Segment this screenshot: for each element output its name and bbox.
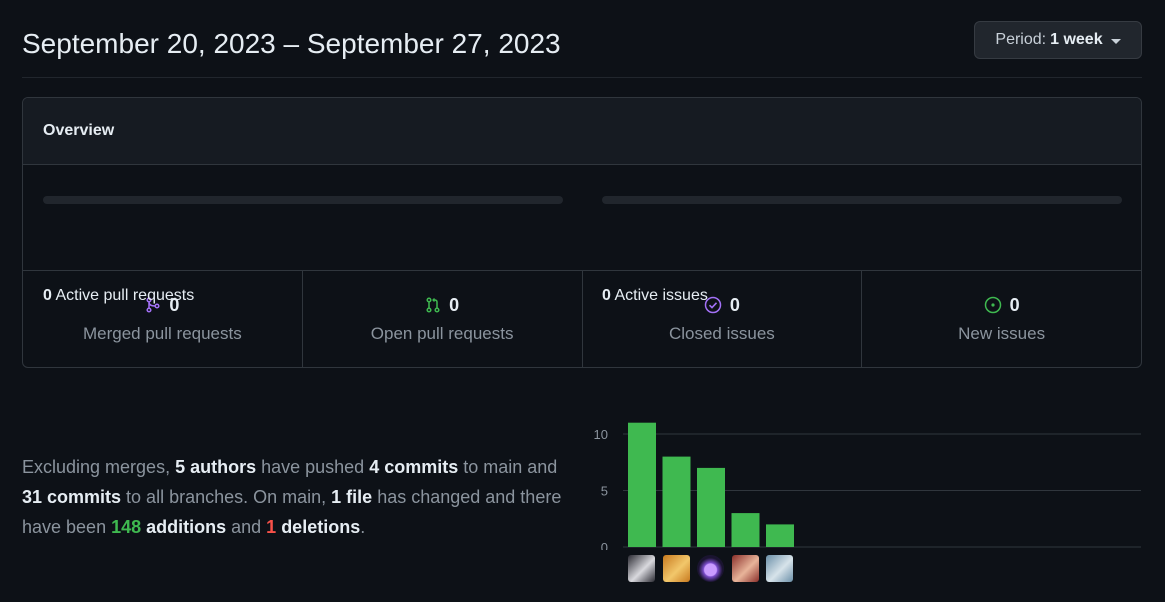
overview-title: Overview	[43, 122, 115, 139]
new-issue-icon	[984, 296, 1001, 314]
bar-author-2[interactable]	[662, 456, 691, 547]
open-pr-icon	[426, 297, 440, 313]
active-pull-requests-label[interactable]: 0 Active pull requests	[43, 287, 194, 305]
closed-issues-label: Closed issues	[668, 323, 775, 343]
new-issues-label: New issues	[958, 323, 1046, 343]
avatar-author-2[interactable]	[662, 555, 690, 582]
active-issues-label-count: 0	[602, 287, 611, 304]
active-pull-requests-label-count: 0	[43, 287, 52, 304]
summary-text-2: have pushed	[256, 457, 370, 477]
additions-count: 148	[111, 517, 142, 537]
avatar-author-5[interactable]	[766, 555, 793, 582]
date-range-title: September 20, 2023 – September 27, 2023	[22, 28, 561, 59]
open-pr-count: 0	[449, 294, 460, 315]
overview-progress-section: 0 Active pull requests 0 Active issues	[23, 165, 1141, 304]
commits-all-count: 31 commits	[22, 487, 122, 507]
commits-main-count: 4 commits	[369, 457, 459, 477]
deletions-word: deletions	[276, 517, 361, 537]
period-prefix: Period:	[995, 31, 1047, 48]
stat-merged-pull-requests[interactable]: 0 Merged pull requests	[23, 271, 303, 367]
overview-panel: Overview 0 Active pull requests 0 Active…	[22, 97, 1142, 368]
summary-text-3: to main and	[458, 457, 558, 477]
files-changed-count: 1 file	[331, 487, 373, 507]
overview-header: Overview	[23, 98, 1141, 165]
authors-count: 5 authors	[175, 457, 257, 477]
caret-down-icon	[1110, 38, 1121, 44]
avatar-author-3[interactable]	[697, 555, 724, 582]
stat-new-issues[interactable]: 0 New issues	[862, 271, 1141, 367]
y-tick-label: 0	[601, 540, 608, 550]
bar-author-3[interactable]	[697, 467, 725, 547]
bar-author-1[interactable]	[628, 422, 656, 547]
bar-author-4[interactable]	[731, 513, 760, 547]
active-issues-label[interactable]: 0 Active issues	[602, 287, 708, 305]
summary-text-1: Excluding merges,	[22, 457, 176, 477]
period-dropdown-button[interactable]: Period: 1 week	[974, 21, 1142, 59]
y-tick-label: 10	[594, 427, 608, 442]
deletions-count: 1	[266, 517, 277, 537]
closed-issues-count: 0	[729, 294, 740, 315]
page-header: September 20, 2023 – September 27, 2023 …	[22, 0, 1142, 78]
new-issues-count: 0	[1009, 294, 1020, 315]
stat-open-pull-requests[interactable]: 0 Open pull requests	[303, 271, 583, 367]
commits-by-author-chart: 0 5 10	[588, 410, 1148, 590]
summary-text-6: and	[226, 517, 267, 537]
commits-chart-svg: 0 5 10	[594, 422, 1141, 555]
active-issues-bar	[602, 196, 1122, 204]
additions-word: additions	[141, 517, 227, 537]
avatar-author-1[interactable]	[628, 555, 655, 582]
y-tick-label: 5	[601, 484, 608, 499]
active-pull-requests-label-text: Active pull requests	[51, 287, 195, 304]
active-issues-label-text: Active issues	[610, 287, 708, 304]
active-pull-requests-bar	[43, 196, 563, 204]
stat-closed-issues[interactable]: 0 Closed issues	[583, 271, 863, 367]
bar-author-5[interactable]	[766, 524, 794, 547]
commit-summary: Excluding merges, 5 authors have pushed …	[22, 452, 582, 542]
overview-stats: 0 Merged pull requests 0 Open pull reque…	[23, 271, 1141, 367]
period-value: 1 week	[1050, 31, 1103, 48]
summary-text-4: to all branches. On main,	[121, 487, 332, 507]
avatar-author-4[interactable]	[731, 555, 759, 582]
open-pr-label: Open pull requests	[370, 323, 514, 343]
summary-text-7: .	[360, 517, 366, 537]
merged-pr-label: Merged pull requests	[82, 323, 242, 343]
